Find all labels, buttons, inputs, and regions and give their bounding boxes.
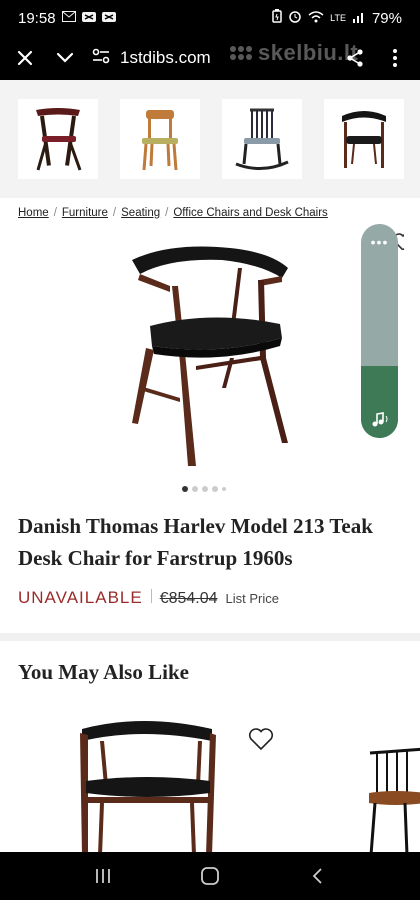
breadcrumb: Home / Furniture / Seating / Office Chai… bbox=[18, 207, 328, 219]
image-carousel-dots bbox=[182, 486, 226, 492]
status-left: 19:58 bbox=[18, 10, 116, 27]
notification-icon bbox=[81, 11, 96, 26]
recent-apps-icon[interactable] bbox=[83, 861, 123, 891]
watermark-text: skelbiu.lt bbox=[258, 40, 359, 65]
url-domain: 1stdibs.com bbox=[120, 48, 211, 67]
battery-level: 79% bbox=[371, 9, 402, 27]
old-price: €854.04 bbox=[159, 590, 218, 607]
thumbnail-rocking-chair[interactable] bbox=[222, 99, 302, 179]
wifi-icon bbox=[308, 10, 324, 27]
thumbnail-red-chair[interactable] bbox=[18, 99, 98, 179]
signal-icon bbox=[352, 10, 366, 27]
more-icon[interactable]: ••• bbox=[361, 224, 398, 366]
notification-icon bbox=[101, 11, 116, 26]
watermark: skelbiu.lt bbox=[230, 40, 358, 66]
breadcrumb-home[interactable]: Home bbox=[18, 207, 49, 219]
section-divider bbox=[0, 633, 420, 641]
product-title: Danish Thomas Harlev Model 213 Teak Desk… bbox=[18, 514, 373, 570]
floating-media-panel[interactable]: ••• bbox=[361, 224, 398, 438]
chevron-down-icon[interactable] bbox=[52, 45, 78, 71]
home-icon[interactable] bbox=[190, 861, 230, 891]
close-icon[interactable] bbox=[12, 45, 38, 71]
site-settings-icon[interactable] bbox=[92, 48, 110, 69]
availability-status: UNAVAILABLE bbox=[18, 588, 143, 607]
breadcrumb-separator: / bbox=[165, 207, 169, 219]
carousel-dot[interactable] bbox=[182, 486, 188, 492]
gmail-icon bbox=[61, 11, 76, 25]
carousel-dot[interactable] bbox=[212, 486, 218, 492]
thumbnail-wood-chair[interactable] bbox=[120, 99, 200, 179]
thumbnail-black-chair[interactable] bbox=[324, 99, 404, 179]
breadcrumb-furniture[interactable]: Furniture bbox=[62, 207, 108, 219]
status-bar: 19:58 LTE 79% bbox=[0, 0, 420, 36]
recommendations-title: You May Also Like bbox=[18, 660, 189, 684]
recommendation-item[interactable] bbox=[365, 745, 420, 856]
watermark-logo-icon bbox=[230, 46, 252, 60]
more-vert-icon[interactable] bbox=[382, 45, 408, 71]
carousel-dot[interactable] bbox=[222, 487, 226, 491]
product-image[interactable] bbox=[110, 238, 310, 473]
battery-saver-icon bbox=[272, 9, 282, 27]
price-divider bbox=[150, 589, 152, 603]
carousel-dot[interactable] bbox=[202, 486, 208, 492]
music-note-icon[interactable] bbox=[361, 366, 398, 438]
lte-icon: LTE bbox=[330, 12, 346, 23]
recommendation-item[interactable] bbox=[72, 715, 222, 856]
clock: 19:58 bbox=[18, 9, 56, 27]
price-label: List Price bbox=[225, 591, 280, 606]
breadcrumb-separator: / bbox=[112, 207, 117, 219]
android-nav-bar bbox=[0, 852, 420, 900]
back-icon[interactable] bbox=[297, 861, 337, 891]
breadcrumb-separator: / bbox=[53, 207, 57, 219]
carousel-dot[interactable] bbox=[192, 486, 198, 492]
price-row: UNAVAILABLE €854.04 List Price bbox=[18, 588, 279, 608]
thumbnail-strip bbox=[0, 80, 420, 198]
breadcrumb-office-chairs[interactable]: Office Chairs and Desk Chairs bbox=[173, 207, 327, 219]
favorite-heart-icon[interactable] bbox=[248, 727, 274, 753]
alarm-icon bbox=[288, 9, 302, 27]
breadcrumb-seating[interactable]: Seating bbox=[121, 207, 160, 219]
status-right: LTE 79% bbox=[272, 9, 402, 27]
